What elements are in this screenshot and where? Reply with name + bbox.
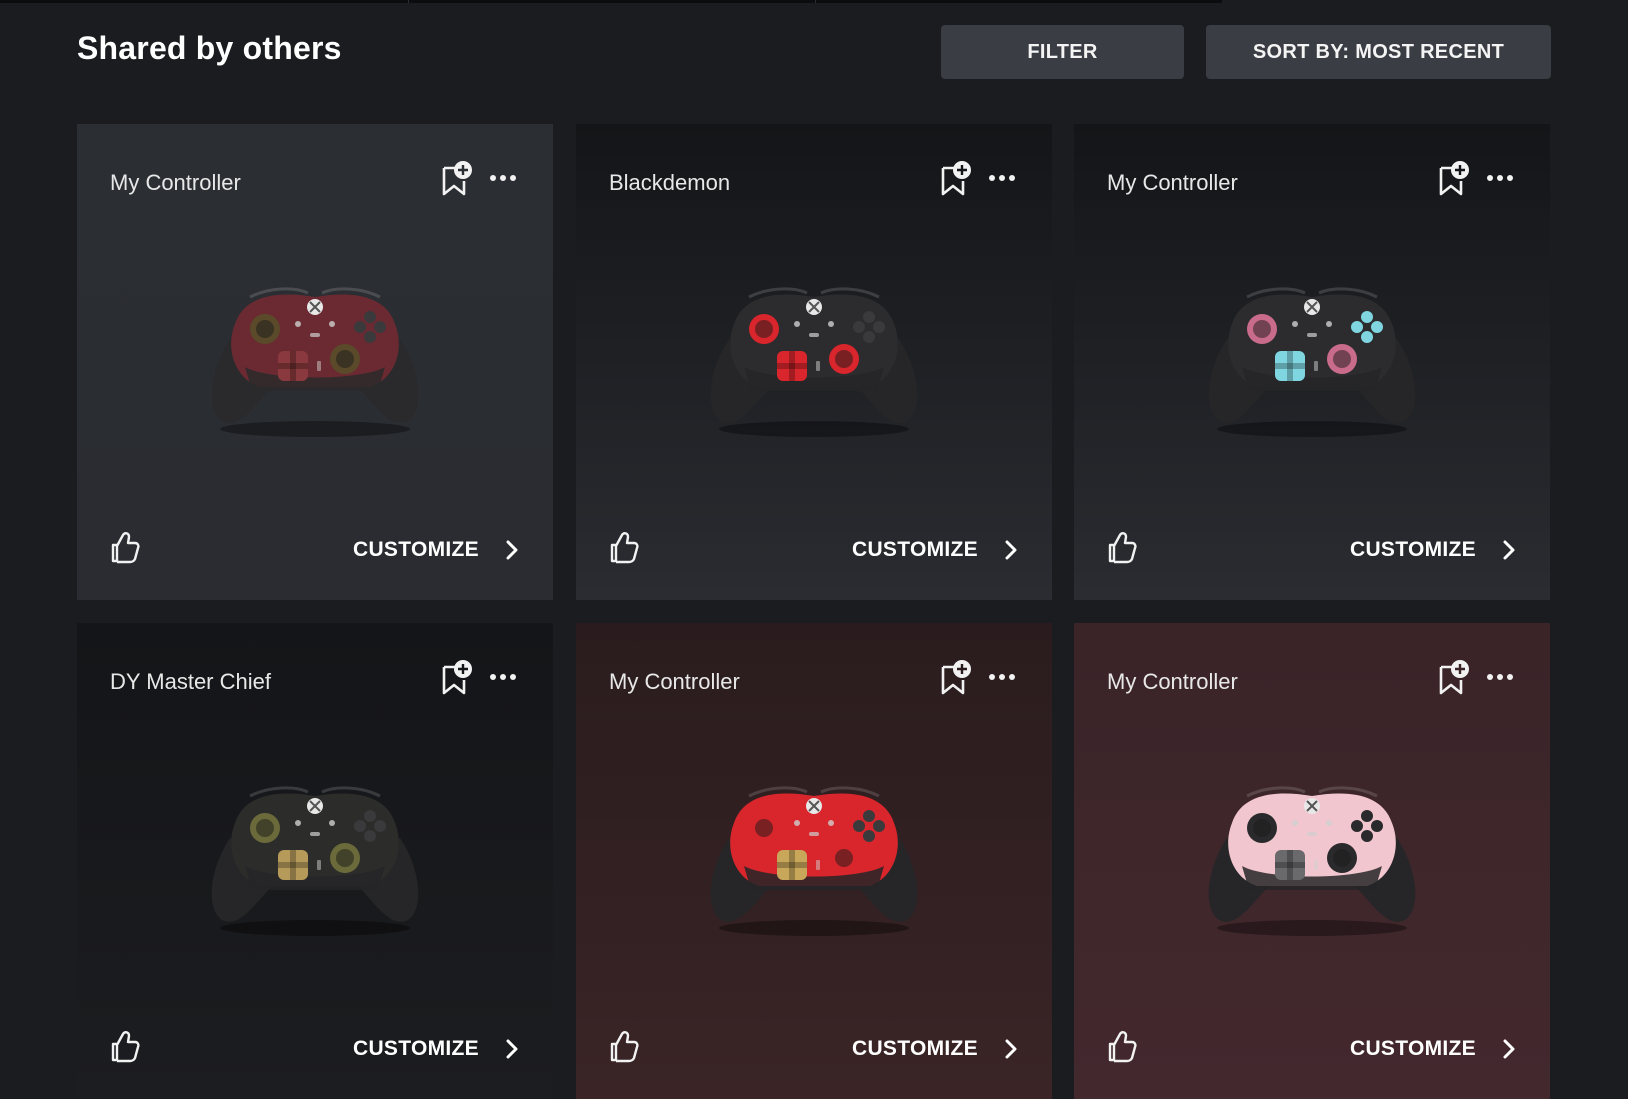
thumbs-up-icon[interactable] xyxy=(606,1028,640,1064)
customize-label: CUSTOMIZE xyxy=(852,538,978,561)
controller-card[interactable]: DY Master Chief CUSTOMIZE xyxy=(77,623,553,1099)
customize-button[interactable]: CUSTOMIZE xyxy=(353,532,521,568)
thumbs-up-icon[interactable] xyxy=(1104,1028,1138,1064)
filter-button[interactable]: FILTER xyxy=(941,25,1184,79)
customize-button[interactable]: CUSTOMIZE xyxy=(1350,1031,1518,1067)
card-title: Blackdemon xyxy=(609,170,731,195)
card-title: My Controller xyxy=(1107,669,1238,694)
more-options-icon[interactable] xyxy=(1479,166,1521,190)
chevron-right-icon xyxy=(1503,1039,1515,1059)
thumbs-up-icon[interactable] xyxy=(1104,529,1138,565)
controller-image xyxy=(200,768,430,938)
customize-label: CUSTOMIZE xyxy=(353,538,479,561)
thumbs-up-icon[interactable] xyxy=(107,1028,141,1064)
bookmark-add-icon[interactable] xyxy=(938,659,974,697)
controller-card[interactable]: My Controller CUSTOMIZE xyxy=(77,124,553,600)
controller-card[interactable]: My Controller CUSTOMIZE xyxy=(576,623,1052,1099)
customize-button[interactable]: CUSTOMIZE xyxy=(852,532,1020,568)
more-options-icon[interactable] xyxy=(482,665,524,689)
controller-image xyxy=(699,269,929,439)
chevron-right-icon xyxy=(506,540,518,560)
page-title: Shared by others xyxy=(77,30,342,66)
customize-label: CUSTOMIZE xyxy=(353,1037,479,1060)
controller-image xyxy=(1197,768,1427,938)
chevron-right-icon xyxy=(1005,1039,1017,1059)
card-title: My Controller xyxy=(1107,170,1238,195)
customize-label: CUSTOMIZE xyxy=(1350,1037,1476,1060)
card-title: My Controller xyxy=(609,669,740,694)
more-options-icon[interactable] xyxy=(981,166,1023,190)
customize-button[interactable]: CUSTOMIZE xyxy=(353,1031,521,1067)
card-title: DY Master Chief xyxy=(110,669,271,694)
top-progress-strip xyxy=(0,0,1222,3)
thumbs-up-icon[interactable] xyxy=(107,529,141,565)
controller-card[interactable]: My Controller CUSTOMIZE xyxy=(1074,623,1550,1099)
bookmark-add-icon[interactable] xyxy=(1436,160,1472,198)
customize-label: CUSTOMIZE xyxy=(852,1037,978,1060)
customize-button[interactable]: CUSTOMIZE xyxy=(852,1031,1020,1067)
controller-card[interactable]: Blackdemon CUSTOMIZE xyxy=(576,124,1052,600)
customize-button[interactable]: CUSTOMIZE xyxy=(1350,532,1518,568)
bookmark-add-icon[interactable] xyxy=(1436,659,1472,697)
sort-button[interactable]: SORT BY: MOST RECENT xyxy=(1206,25,1551,79)
bookmark-add-icon[interactable] xyxy=(938,160,974,198)
chevron-right-icon xyxy=(1005,540,1017,560)
more-options-icon[interactable] xyxy=(1479,665,1521,689)
thumbs-up-icon[interactable] xyxy=(606,529,640,565)
controller-card[interactable]: My Controller CUSTOMIZE xyxy=(1074,124,1550,600)
chevron-right-icon xyxy=(1503,540,1515,560)
bookmark-add-icon[interactable] xyxy=(439,659,475,697)
more-options-icon[interactable] xyxy=(482,166,524,190)
bookmark-add-icon[interactable] xyxy=(439,160,475,198)
customize-label: CUSTOMIZE xyxy=(1350,538,1476,561)
controller-image xyxy=(200,269,430,439)
card-title: My Controller xyxy=(110,170,241,195)
more-options-icon[interactable] xyxy=(981,665,1023,689)
controller-image xyxy=(699,768,929,938)
controller-image xyxy=(1197,269,1427,439)
chevron-right-icon xyxy=(506,1039,518,1059)
